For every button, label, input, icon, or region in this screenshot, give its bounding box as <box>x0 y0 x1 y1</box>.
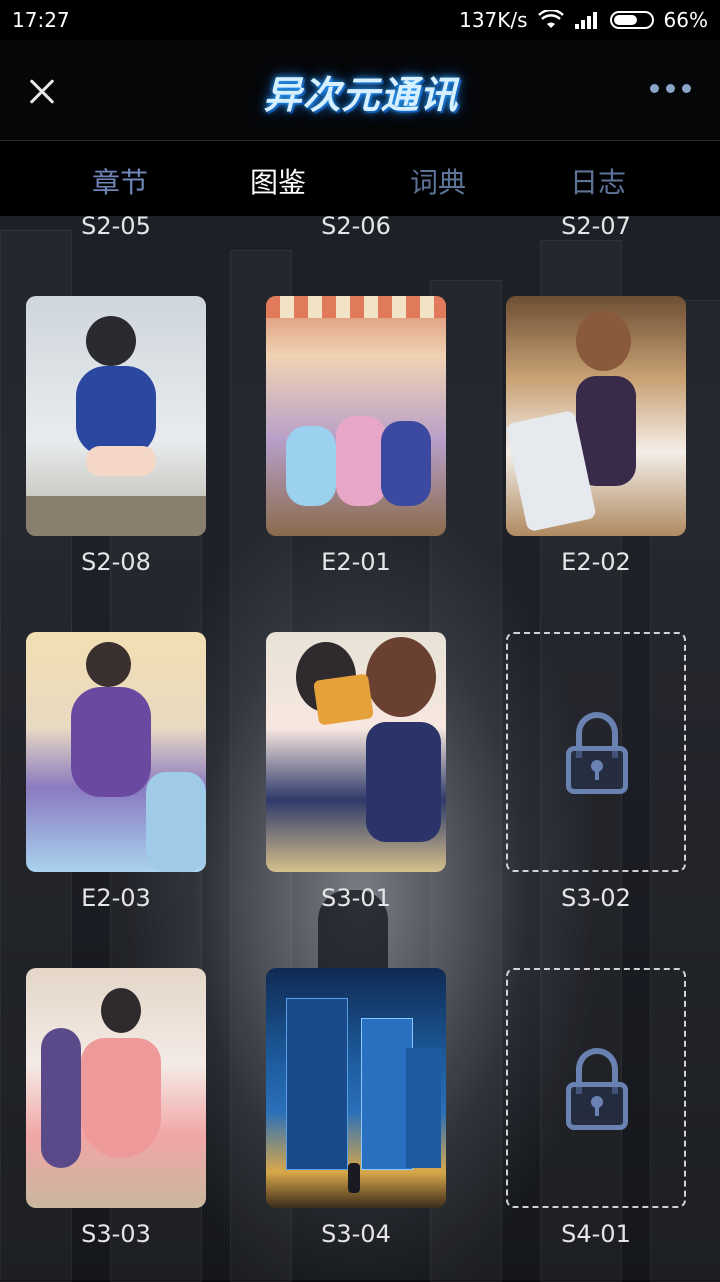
gallery-card-s3-03[interactable] <box>26 968 206 1208</box>
more-dot-icon <box>682 84 691 93</box>
battery-percent: 66% <box>663 8 708 32</box>
wifi-icon <box>537 10 564 28</box>
gallery-item-label: S2-05 <box>81 216 151 240</box>
more-dot-icon <box>650 84 659 93</box>
more-options-button[interactable] <box>650 84 691 93</box>
battery-icon <box>609 11 654 29</box>
gallery-card-e2-01[interactable] <box>266 296 446 536</box>
network-speed: 137K/s <box>459 8 528 32</box>
gallery-item-label: S3-04 <box>321 1220 391 1248</box>
app-logo: 异次元通讯 <box>236 60 486 122</box>
gallery-card-s3-01[interactable] <box>266 632 446 872</box>
gallery-item-label: E2-03 <box>81 884 151 912</box>
gallery-card-s3-02-locked[interactable] <box>506 632 686 872</box>
more-dot-icon <box>666 84 675 93</box>
close-button[interactable] <box>22 70 66 114</box>
signal-icon <box>574 12 597 29</box>
gallery-item-label: S3-02 <box>561 884 631 912</box>
gallery-item-label: S3-01 <box>321 884 391 912</box>
tab-gallery[interactable]: 图鉴 <box>218 161 338 201</box>
gallery-item-label: S4-01 <box>561 1220 631 1248</box>
gallery-card-s3-04[interactable] <box>266 968 446 1208</box>
lock-icon <box>566 1048 628 1132</box>
logo-text: 异次元通讯 <box>263 72 459 117</box>
status-time: 17:27 <box>12 8 70 32</box>
gallery-card-e2-03[interactable] <box>26 632 206 872</box>
tab-log[interactable]: 日志 <box>538 161 658 201</box>
gallery-item-label: S2-07 <box>561 216 631 240</box>
gallery-grid: S2-05 S2-06 S2-07 S2-08 E2-01 E2-02 E2-0… <box>0 216 720 1280</box>
gallery-item-label: E2-01 <box>321 548 391 576</box>
gallery-item-label: S2-06 <box>321 216 391 240</box>
gallery-card-e2-02[interactable] <box>506 296 686 536</box>
tab-dictionary[interactable]: 词典 <box>378 161 498 201</box>
tab-bar: 章节 图鉴 词典 日志 <box>0 141 720 216</box>
gallery-item-label: S3-03 <box>81 1220 151 1248</box>
gallery-card-s2-08[interactable] <box>26 296 206 536</box>
app-header: 异次元通讯 <box>0 40 720 141</box>
lock-icon <box>566 712 628 796</box>
gallery-card-s4-01-locked[interactable] <box>506 968 686 1208</box>
tab-chapters[interactable]: 章节 <box>60 161 180 201</box>
status-bar: 17:27 137K/s 66% <box>0 0 720 40</box>
gallery-item-label: E2-02 <box>561 548 631 576</box>
gallery-item-label: S2-08 <box>81 548 151 576</box>
